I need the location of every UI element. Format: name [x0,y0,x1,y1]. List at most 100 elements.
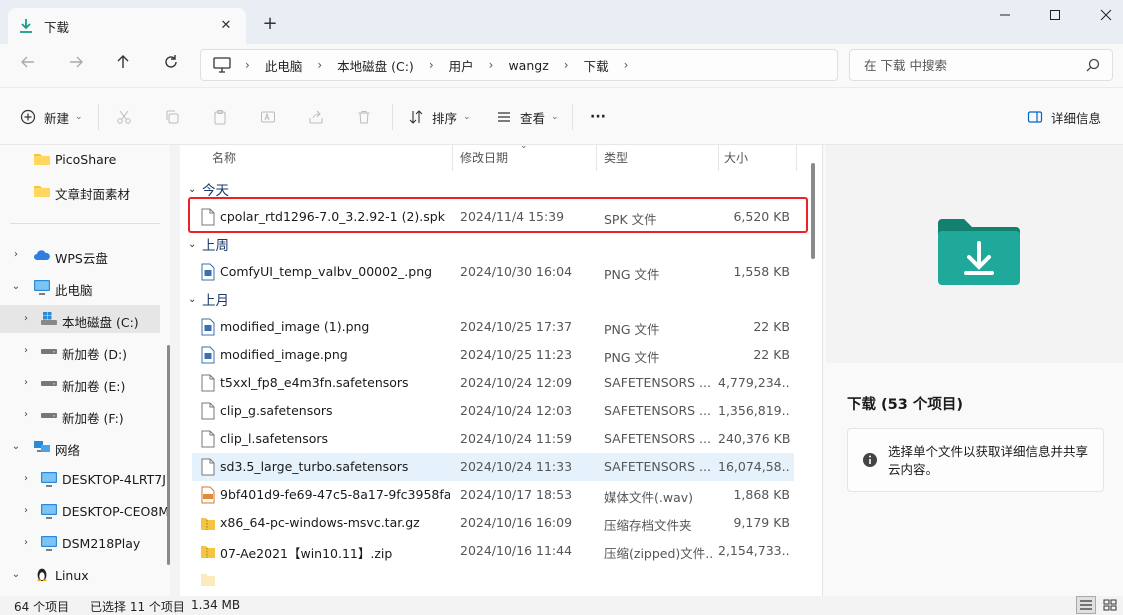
search-icon[interactable] [1086,58,1100,72]
sidebar-item-this-pc[interactable]: ⌄ 此电脑 [0,273,170,301]
chevron-down-icon[interactable]: ⌄ [10,441,22,452]
rename-button[interactable] [260,106,284,128]
column-header-type[interactable]: 类型 [604,145,628,171]
tiles-view-icon [1103,599,1117,611]
breadcrumb-downloads[interactable]: 下载 [584,56,609,75]
paste-button[interactable] [212,106,236,128]
column-divider[interactable] [718,145,719,171]
file-list-scrollbar[interactable] [811,163,815,259]
file-row[interactable]: ComfyUI_temp_valbv_00002_.png 2024/10/30… [192,258,794,286]
chevron-right-icon[interactable]: › [20,377,32,388]
delete-button[interactable] [356,106,380,128]
search-input[interactable] [864,57,1084,73]
sidebar-item-desktop-ceo8m[interactable]: › DESKTOP-CEO8M [0,497,170,525]
file-row[interactable]: clip_l.safetensors 2024/10/24 11:59 SAFE… [192,425,794,453]
close-icon [1100,9,1112,21]
close-window-button[interactable] [1094,8,1118,26]
sidebar-item-network[interactable]: ⌄ 网络 [0,433,170,461]
more-options-button[interactable]: ··· [590,106,606,128]
breadcrumb-this-pc[interactable]: 此电脑 [265,56,303,75]
sidebar-scrollbar[interactable] [167,345,170,565]
sort-descending-icon: ⌄ [520,145,528,151]
chevron-down-icon[interactable]: ⌄ [10,281,22,292]
archive-icon [201,546,215,558]
column-divider[interactable] [452,145,453,171]
cut-button[interactable] [116,106,140,128]
forward-button[interactable] [64,54,88,76]
sidebar-item-linux[interactable]: ⌄ Linux [0,561,170,589]
column-header-date[interactable]: 修改日期 [460,145,508,171]
breadcrumb-separator[interactable]: › [564,58,569,72]
download-icon [20,19,32,33]
sidebar-item-article-covers[interactable]: 文章封面素材 [0,177,170,205]
breadcrumb-separator[interactable]: › [489,58,494,72]
chevron-right-icon[interactable]: › [20,345,32,356]
details-title: 下载 (53 个项目) [847,397,964,413]
new-tab-button[interactable]: + [260,14,280,34]
group-header-last-week[interactable]: ⌄ 上周 [180,232,229,256]
toolbar-divider [392,104,393,130]
breadcrumb-separator[interactable]: › [317,58,322,72]
file-row[interactable]: clip_g.safetensors 2024/10/24 12:03 SAFE… [192,397,794,425]
sidebar-item-volume-f[interactable]: › 新加卷 (F:) [0,401,170,429]
chevron-right-icon[interactable]: › [20,537,32,548]
share-button[interactable] [308,106,332,128]
drive-icon [41,349,57,354]
details-view-button[interactable] [1076,596,1096,614]
sidebar-item-dsm218play[interactable]: › DSM218Play [0,529,170,557]
close-tab-icon[interactable]: ✕ [218,18,234,34]
column-divider[interactable] [796,145,797,171]
breadcrumb-wangz[interactable]: wangz [508,58,548,73]
breadcrumb-separator[interactable]: › [429,58,434,72]
refresh-button[interactable] [159,54,183,76]
details-pane-button[interactable]: 详细信息 [1027,106,1101,128]
file-row[interactable]: 07-Ae2021【win10.11】.zip 2024/10/16 11:44… [192,537,794,565]
sort-button[interactable]: 排序 ⌄ [408,106,471,128]
image-file-icon [201,318,215,336]
file-row[interactable]: modified_image.png 2024/10/25 11:23 PNG … [192,341,794,369]
file-row[interactable]: x86_64-pc-windows-msvc.tar.gz 2024/10/16… [192,509,794,537]
breadcrumb-local-disk[interactable]: 本地磁盘 (C:) [337,56,414,75]
sidebar-item-volume-d[interactable]: › 新加卷 (D:) [0,337,170,365]
tiles-view-button[interactable] [1100,596,1120,614]
chevron-down-icon[interactable]: ⌄ [10,569,22,580]
chevron-right-icon[interactable]: › [20,313,32,324]
address-bar[interactable]: › 此电脑 › 本地磁盘 (C:) › 用户 › wangz › 下载 › [200,49,838,81]
search-box[interactable] [849,49,1113,81]
copy-icon [166,110,179,124]
sidebar-item-desktop-4lrt7j[interactable]: › DESKTOP-4LRT7J [0,465,170,493]
back-button[interactable] [16,54,40,76]
minimize-button[interactable] [993,8,1017,26]
windows-drive-icon [41,312,57,325]
computer-icon [34,280,50,295]
file-row[interactable]: modified_image (1).png 2024/10/25 17:37 … [192,313,794,341]
details-preview [826,145,1123,363]
chevron-right-icon[interactable]: › [20,505,32,516]
maximize-button[interactable] [1043,8,1067,26]
file-row-partial[interactable] [192,565,794,593]
command-bar: 新建 ⌄ 排序 ⌄ 查看 ⌄ ··· 详细信息 [0,87,1123,145]
column-divider[interactable] [596,145,597,171]
file-row[interactable]: 9bf401d9-fe69-47c5-8a17-9fc3958fa... 202… [192,481,794,509]
copy-button[interactable] [164,106,188,128]
view-button[interactable]: 查看 ⌄ [496,106,559,128]
status-size: 1.34 MB [191,598,241,612]
toolbar-divider [98,104,99,130]
new-button[interactable]: 新建 ⌄ [20,106,83,128]
sidebar-item-picoshare[interactable]: PicoShare [0,145,170,173]
file-row[interactable]: sd3.5_large_turbo.safetensors 2024/10/24… [192,453,794,481]
chevron-right-icon[interactable]: › [20,473,32,484]
file-row[interactable]: t5xxl_fp8_e4m3fn.safetensors 2024/10/24 … [192,369,794,397]
sidebar-item-wps-cloud[interactable]: › WPS云盘 [0,241,170,269]
group-header-last-month[interactable]: ⌄ 上月 [180,287,229,311]
breadcrumb-separator[interactable]: › [624,58,629,72]
sidebar-item-local-disk-c[interactable]: › 本地磁盘 (C:) [0,305,160,333]
column-header-name[interactable]: 名称 [212,145,236,171]
up-button[interactable] [111,54,135,76]
tab-downloads[interactable]: 下载 ✕ [8,8,246,44]
chevron-right-icon[interactable]: › [10,249,22,260]
column-header-size[interactable]: 大小 [724,145,748,171]
chevron-right-icon[interactable]: › [20,409,32,420]
breadcrumb-users[interactable]: 用户 [449,56,474,75]
sidebar-item-volume-e[interactable]: › 新加卷 (E:) [0,369,170,397]
